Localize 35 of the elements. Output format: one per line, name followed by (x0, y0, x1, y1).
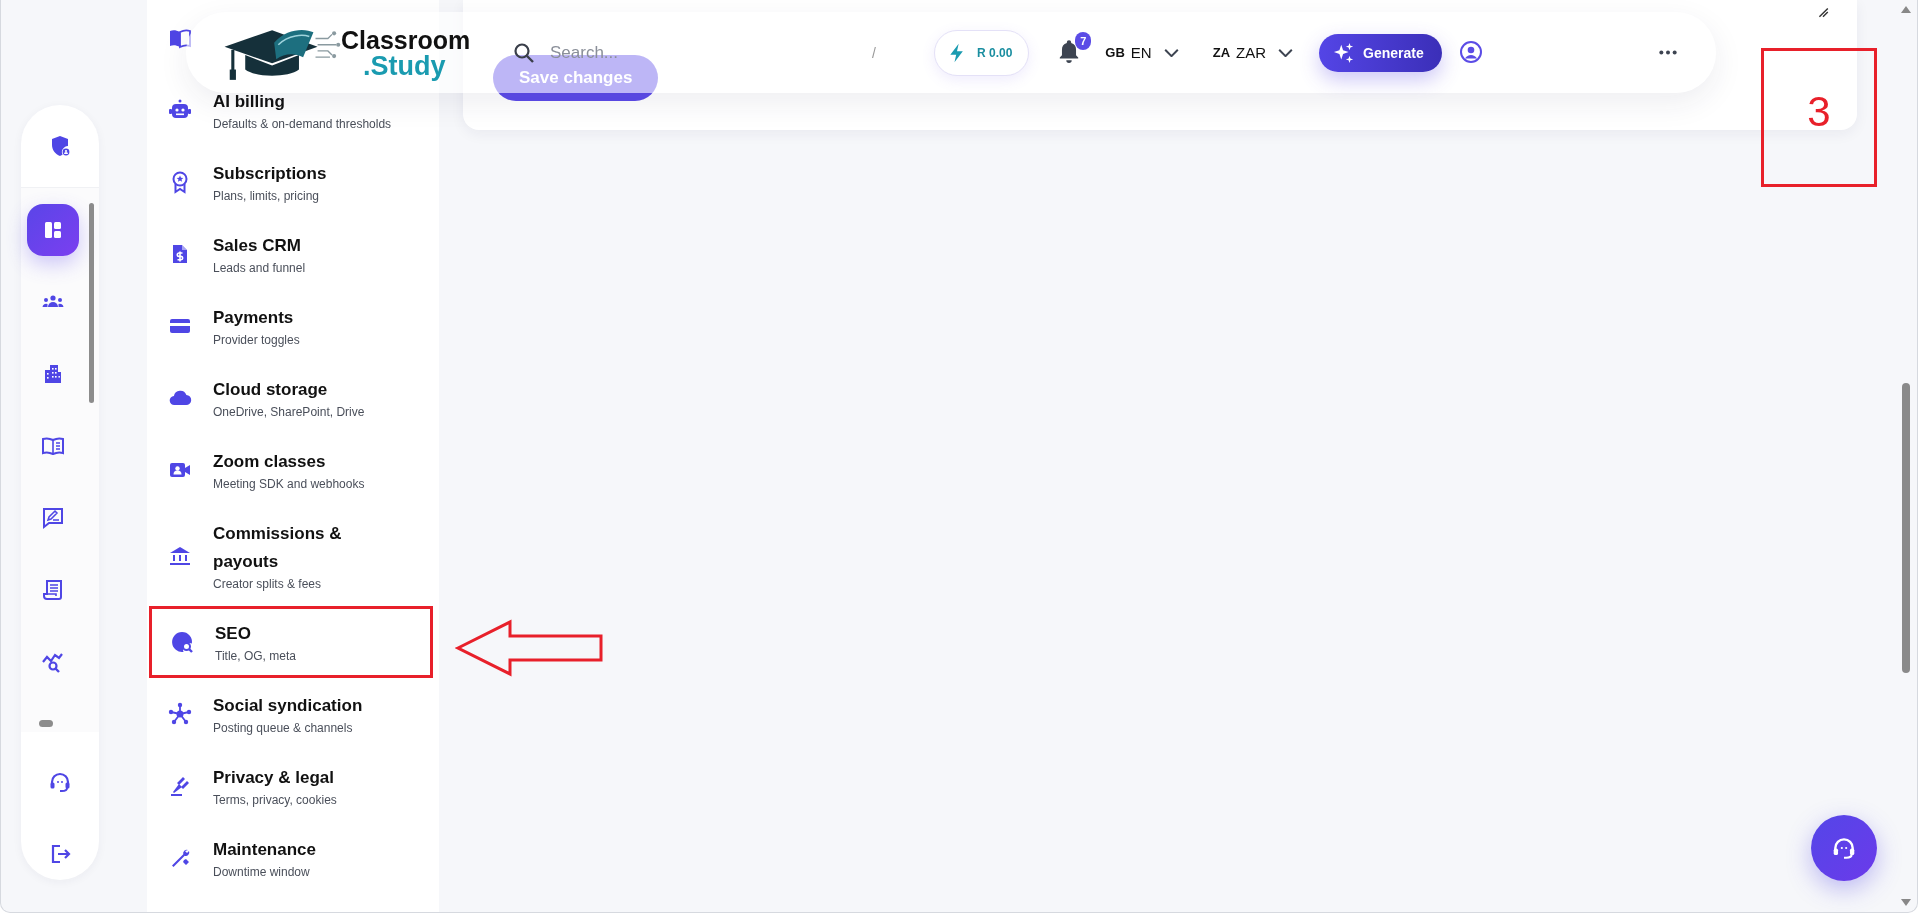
user-circle-icon (1458, 39, 1483, 64)
settings-menu-item[interactable]: Sales CRM Leads and funnel (147, 218, 439, 290)
settings-menu-item[interactable]: Zoom classes Meeting SDK and webhooks (147, 434, 439, 506)
logo-wordmark-suffix: .Study (363, 52, 447, 79)
chevron-down-icon (1163, 48, 1179, 57)
sparkles-icon (1333, 41, 1356, 64)
bank-icon (168, 544, 192, 568)
settings-menu-item[interactable]: Cloud storage OneDrive, SharePoint, Drive (147, 362, 439, 434)
support-chat-button[interactable] (1811, 815, 1877, 881)
generate-button[interactable]: Generate (1319, 33, 1442, 72)
settings-menu-item[interactable]: Social syndication Posting queue & channels (147, 678, 439, 750)
globe-search-icon (170, 630, 194, 654)
dashboard-button[interactable] (27, 203, 79, 256)
network-hub-icon (168, 702, 192, 726)
headset-icon (48, 770, 72, 794)
annotation-number: 3 (1807, 91, 1831, 133)
search-icon (512, 40, 536, 65)
more-dots-icon (1658, 49, 1678, 56)
settings-menu-item[interactable]: Subscriptions Plans, limits, pricing (147, 146, 439, 218)
logo-wordmark: Classroom (341, 26, 471, 53)
settings-menu-item[interactable]: Maintenance Downtime window (147, 822, 439, 894)
settings-menu-item[interactable]: SEO Title, OG, meta (149, 606, 433, 678)
chevron-down-icon (1278, 48, 1294, 57)
currency-selector[interactable]: ZA ZAR (1212, 44, 1294, 61)
resize-handle-icon[interactable] (1817, 6, 1829, 18)
user-profile-button[interactable] (1457, 39, 1484, 66)
receipt-icon (41, 577, 65, 602)
language-selector[interactable]: GB EN (1105, 44, 1179, 61)
chat-edit-icon (41, 505, 65, 530)
settings-menu-item[interactable]: Commissions & payouts Creator splits & fees (147, 506, 439, 606)
shortcut-hint: / (872, 44, 876, 61)
headset-icon (1831, 835, 1857, 861)
gavel-icon (168, 774, 192, 798)
settings-menu-item[interactable]: Privacy & legal Terms, privacy, cookies (147, 750, 439, 822)
settings-menu-item[interactable]: Payments Provider toggles (147, 290, 439, 362)
